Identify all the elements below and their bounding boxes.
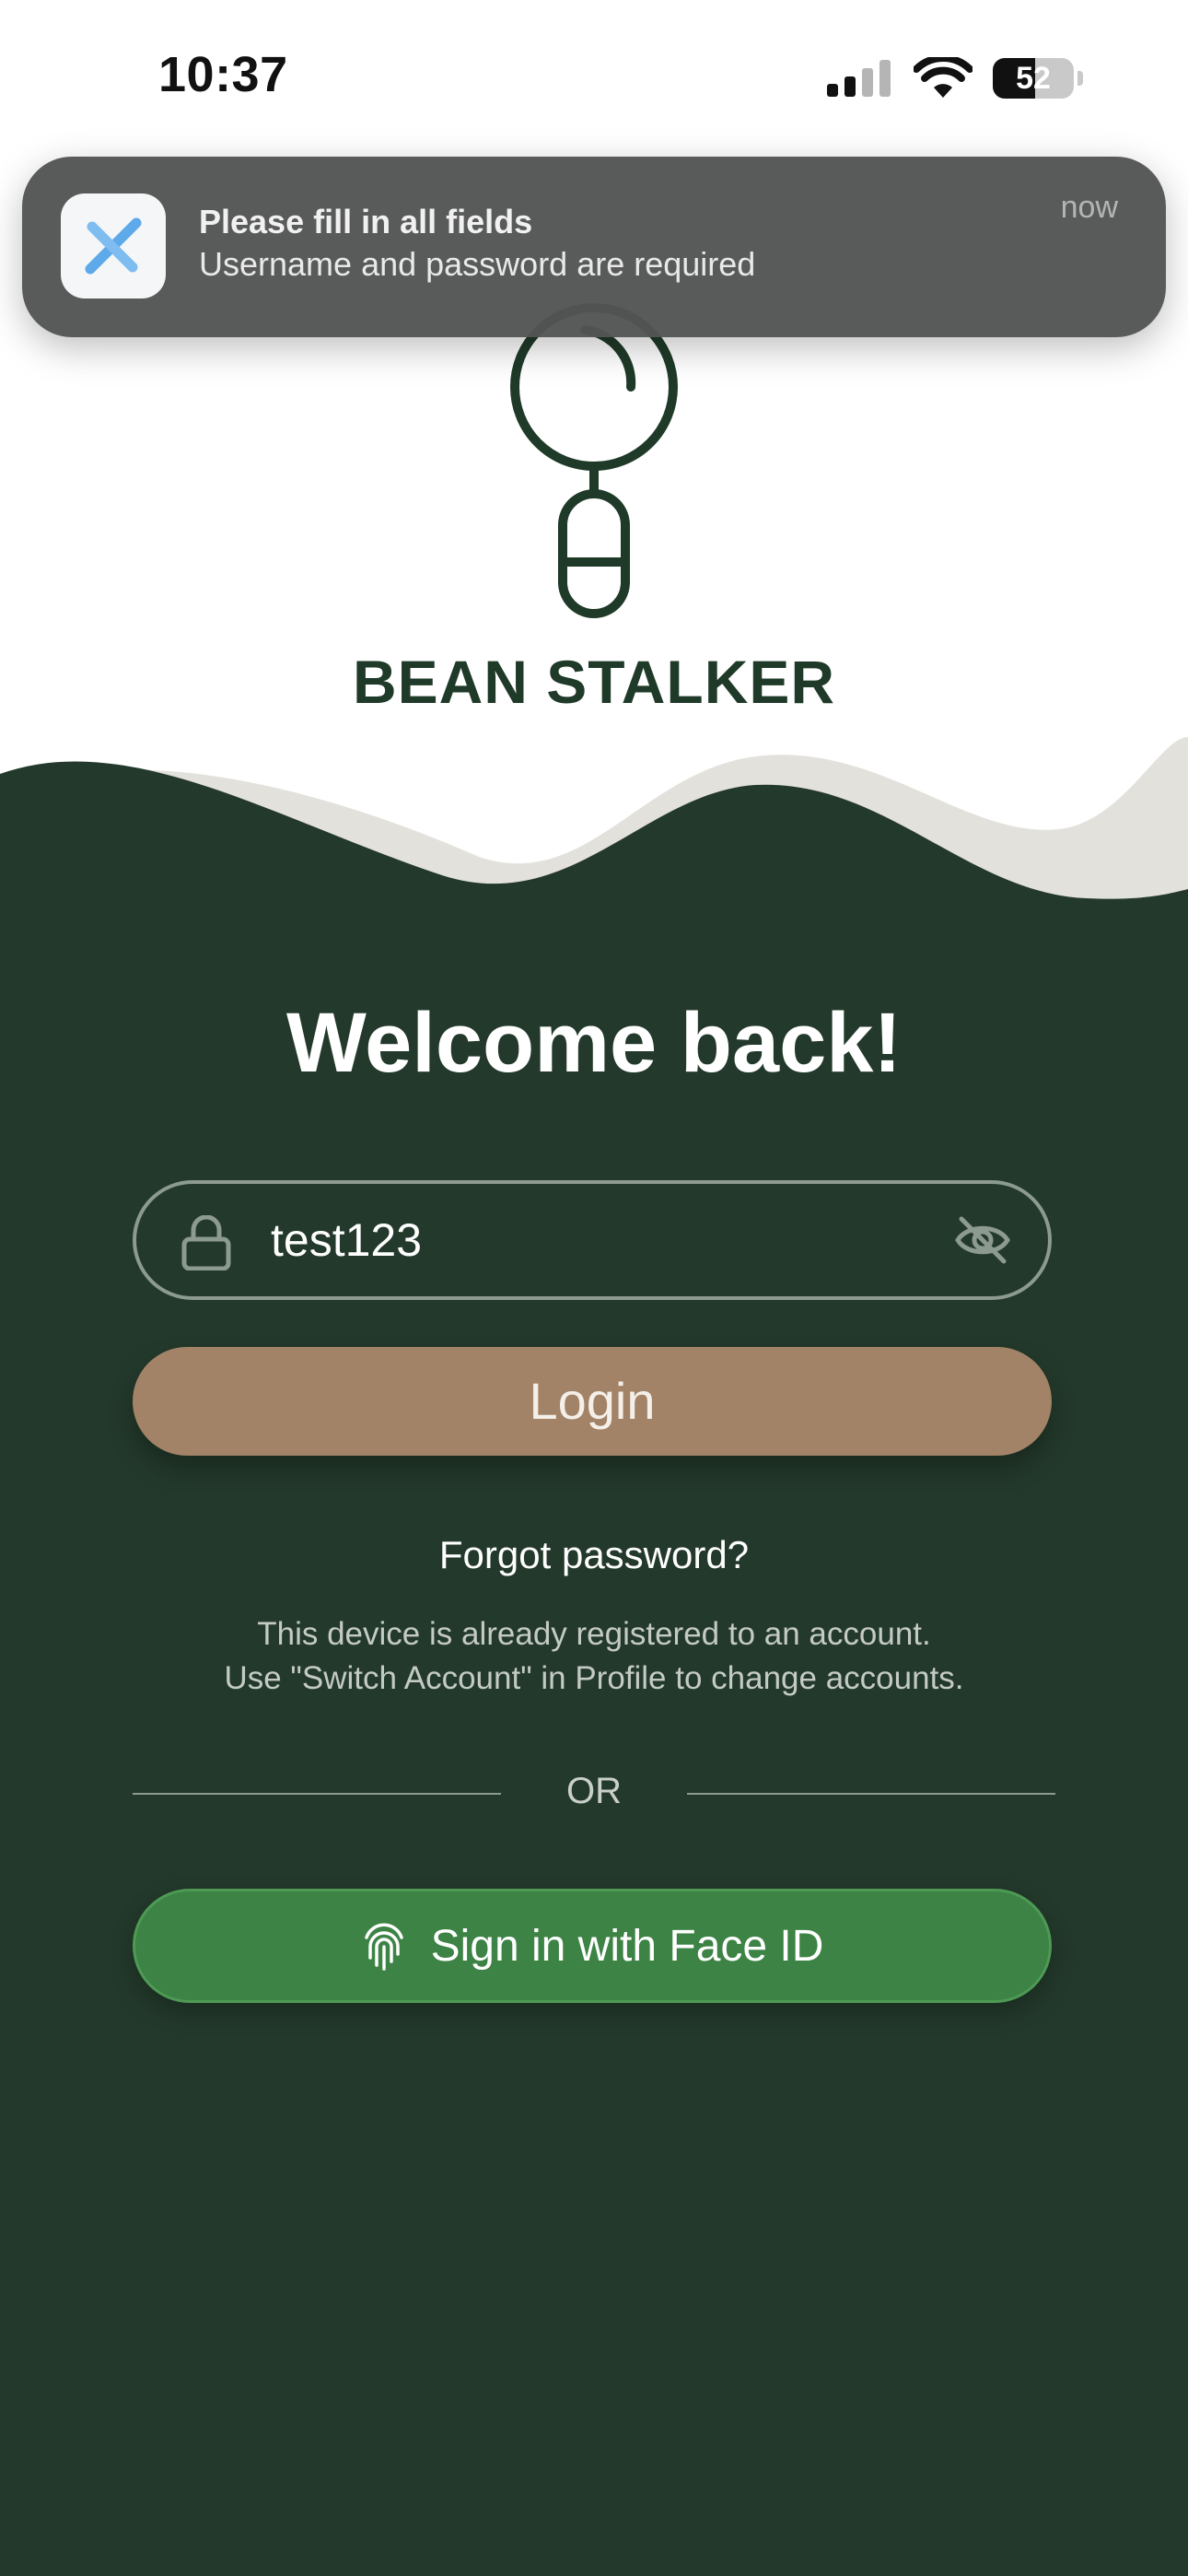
device-notice-line1: This device is already registered to an … <box>257 1616 931 1652</box>
app-logo-icon <box>61 193 166 299</box>
notification-banner[interactable]: Please fill in all fields Username and p… <box>22 157 1166 337</box>
brand-name: BEAN STALKER <box>352 648 836 716</box>
battery-icon: 52 <box>993 58 1074 99</box>
notification-title: Please fill in all fields <box>199 203 533 240</box>
wifi-icon <box>914 57 973 98</box>
login-button[interactable]: Login <box>133 1347 1052 1456</box>
divider-text: OR <box>566 1771 622 1811</box>
notification-time: now <box>1060 190 1118 225</box>
welcome-title: Welcome back! <box>285 996 903 1090</box>
eye-off-icon[interactable] <box>954 1213 1011 1267</box>
password-value: test123 <box>271 1214 423 1266</box>
faceid-label: Sign in with Face ID <box>430 1921 824 1971</box>
battery-level: 52 <box>1016 61 1051 96</box>
password-field[interactable]: test123 <box>133 1180 1052 1300</box>
faceid-button[interactable]: Sign in with Face ID <box>133 1889 1052 2003</box>
forgot-password-link[interactable]: Forgot password? <box>0 1533 1188 1577</box>
fingerprint-icon <box>364 1923 403 1971</box>
battery-nub <box>1077 71 1083 86</box>
login-panel <box>0 921 1188 2576</box>
status-bar: 10:37 52 <box>0 0 1188 157</box>
status-time: 10:37 <box>158 47 288 102</box>
bean-stalker-logo <box>510 303 678 618</box>
wave-divider <box>0 737 1188 940</box>
cellular-signal-icon <box>827 60 891 97</box>
status-icons: 52 <box>827 57 1083 100</box>
notification-body: Username and password are required <box>199 245 756 283</box>
device-notice-line2: Use "Switch Account" in Profile to chang… <box>224 1660 964 1696</box>
divider-line-right <box>687 1793 1055 1795</box>
lock-icon <box>181 1215 231 1270</box>
device-notice: This device is already registered to an … <box>0 1612 1188 1701</box>
